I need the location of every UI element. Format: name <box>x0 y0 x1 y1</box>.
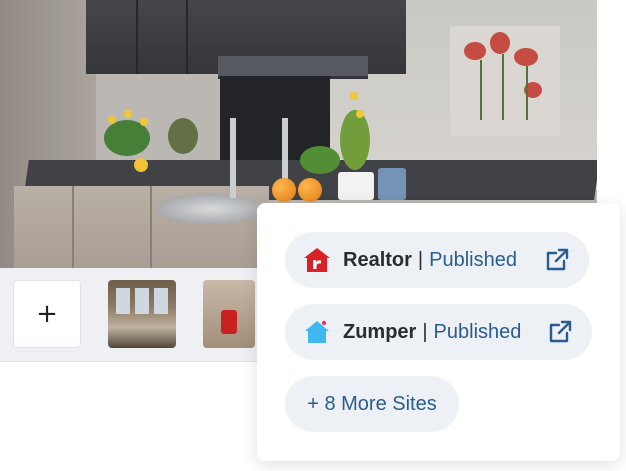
site-row-zumper[interactable]: Zumper | Published <box>285 304 592 360</box>
site-row-realtor[interactable]: Realtor | Published <box>285 232 589 288</box>
separator: | <box>417 248 424 271</box>
photo-thumbnail[interactable] <box>108 280 176 348</box>
add-photo-button[interactable]: + <box>13 280 81 348</box>
photo-thumbnail[interactable] <box>203 280 255 348</box>
zumper-house-icon <box>303 318 331 346</box>
publish-status: Published <box>429 248 517 271</box>
site-name: Realtor <box>343 248 412 271</box>
realtor-logo-icon <box>303 246 331 274</box>
external-link-icon[interactable] <box>543 246 571 274</box>
site-name: Zumper <box>343 320 417 343</box>
external-link-icon[interactable] <box>546 318 574 346</box>
plus-icon: + <box>36 299 58 329</box>
publish-status: Published <box>433 320 522 343</box>
more-sites-label: + 8 More Sites <box>307 392 437 415</box>
more-sites-button[interactable]: + 8 More Sites <box>285 376 459 432</box>
separator: | <box>422 320 428 343</box>
